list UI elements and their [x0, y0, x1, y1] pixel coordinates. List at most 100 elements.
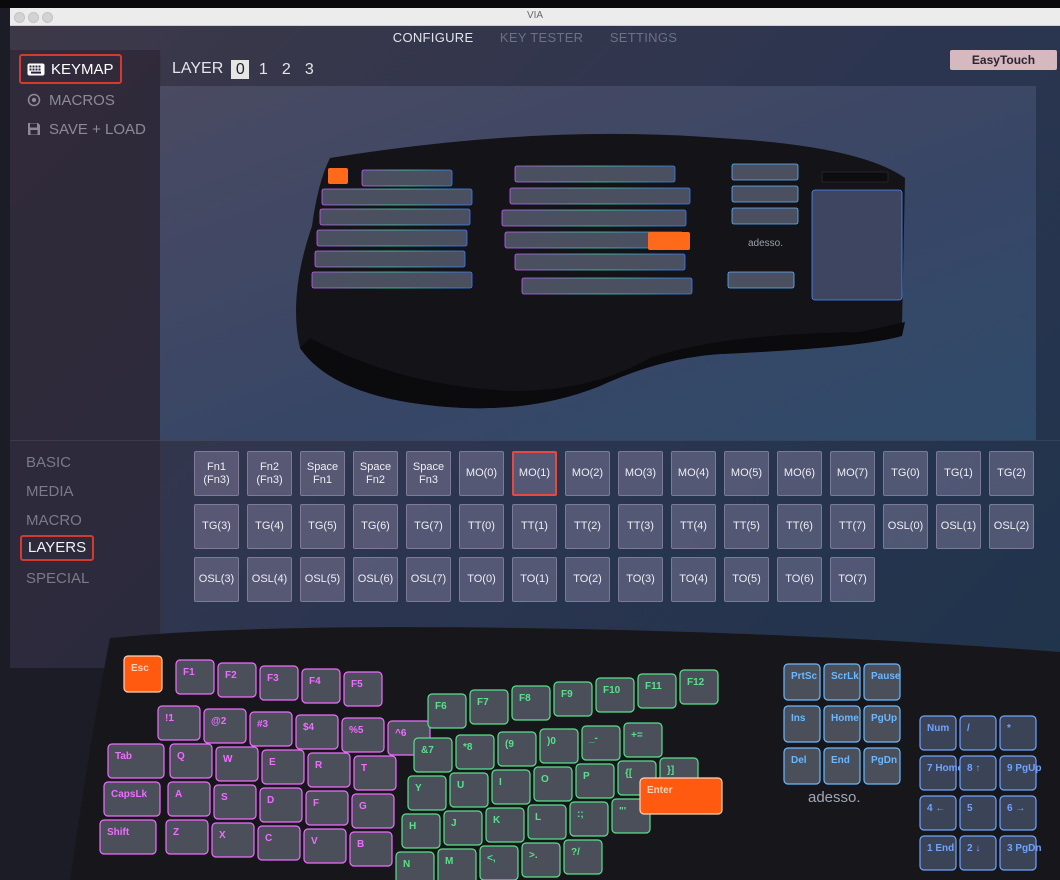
keycode-to-1[interactable]: TO(1): [512, 557, 557, 602]
keycode-tt-3[interactable]: TT(3): [618, 504, 663, 549]
category-macro[interactable]: MACRO: [20, 508, 88, 534]
tab-settings[interactable]: SETTINGS: [610, 26, 677, 50]
keycode-tg-7[interactable]: TG(7): [406, 504, 451, 549]
svg-text:Num: Num: [927, 723, 949, 734]
svg-text:Ins: Ins: [791, 713, 806, 724]
sidebar-item-save-load[interactable]: SAVE + LOAD: [19, 114, 152, 144]
keycode-tt-0[interactable]: TT(0): [459, 504, 504, 549]
keycode-to-7[interactable]: TO(7): [830, 557, 875, 602]
keycode-osl-2[interactable]: OSL(2): [989, 504, 1034, 549]
keycode-mo-6[interactable]: MO(6): [777, 451, 822, 496]
keycode-fn2-fn3[interactable]: Fn2 (Fn3): [247, 451, 292, 496]
photo-key-right-3-1: M: [437, 848, 477, 880]
layer-0-button[interactable]: 0: [231, 59, 250, 79]
svg-text:Z: Z: [173, 827, 179, 838]
keycode-osl-0[interactable]: OSL(0): [883, 504, 928, 549]
keycode-osl-7[interactable]: OSL(7): [406, 557, 451, 602]
svg-text:F12: F12: [687, 677, 705, 688]
category-basic[interactable]: BASIC: [20, 450, 77, 476]
sidebar-item-keymap[interactable]: KEYMAP: [19, 54, 122, 84]
svg-text:?/: ?/: [571, 847, 580, 858]
svg-text:P: P: [583, 771, 590, 782]
svg-text:N: N: [403, 859, 410, 870]
photo-key-mod-2: CapsLk: [103, 781, 161, 817]
photo-key-right-3-3: >.: [521, 842, 561, 878]
keycode-tt-2[interactable]: TT(2): [565, 504, 610, 549]
svg-text:R: R: [315, 760, 323, 771]
keycode-to-3[interactable]: TO(3): [618, 557, 663, 602]
keycode-osl-3[interactable]: OSL(3): [194, 557, 239, 602]
tab-key-tester[interactable]: KEY TESTER: [500, 26, 583, 50]
layer-3-button[interactable]: 3: [300, 60, 318, 79]
svg-text:>.: >.: [529, 850, 538, 861]
keycode-tt-6[interactable]: TT(6): [777, 504, 822, 549]
svg-text:^6: ^6: [395, 728, 407, 739]
keycode-osl-6[interactable]: OSL(6): [353, 557, 398, 602]
sidebar-item-macros[interactable]: MACROS: [19, 85, 121, 115]
keycode-mo-5[interactable]: MO(5): [724, 451, 769, 496]
svg-text:Tab: Tab: [115, 751, 132, 762]
svg-text:End: End: [831, 755, 850, 766]
photo-key-enter: Enter: [639, 777, 723, 815]
category-media[interactable]: MEDIA: [20, 479, 80, 505]
floppy-disk-icon: [25, 121, 43, 137]
keycode-tg-6[interactable]: TG(6): [353, 504, 398, 549]
svg-text:F11: F11: [645, 681, 662, 692]
keycode-mo-7[interactable]: MO(7): [830, 451, 875, 496]
device-name-button[interactable]: EasyTouch: [950, 50, 1057, 70]
photo-key-right-2-0: H: [401, 813, 441, 849]
photo-key-left-0-2: #3: [249, 711, 293, 747]
svg-text:$4: $4: [303, 722, 315, 733]
svg-text:F3: F3: [267, 673, 279, 684]
keycode-mo-2[interactable]: MO(2): [565, 451, 610, 496]
keycode-to-5[interactable]: TO(5): [724, 557, 769, 602]
keycode-tt-4[interactable]: TT(4): [671, 504, 716, 549]
keycode-osl-5[interactable]: OSL(5): [300, 557, 345, 602]
svg-text:Esc: Esc: [131, 663, 149, 674]
keycode-tg-0[interactable]: TG(0): [883, 451, 928, 496]
photo-key-left-1-3: R: [307, 752, 351, 788]
layer-2-button[interactable]: 2: [277, 60, 295, 79]
photo-key-f6: F6: [427, 693, 467, 729]
svg-text:4 ←: 4 ←: [927, 803, 945, 814]
keycode-osl-1[interactable]: OSL(1): [936, 504, 981, 549]
keycode-fn1-fn3[interactable]: Fn1 (Fn3): [194, 451, 239, 496]
keycode-space-fn1[interactable]: Space Fn1: [300, 451, 345, 496]
keycode-tg-5[interactable]: TG(5): [300, 504, 345, 549]
svg-text:Y: Y: [415, 783, 422, 794]
keycode-osl-4[interactable]: OSL(4): [247, 557, 292, 602]
keycode-mo-3[interactable]: MO(3): [618, 451, 663, 496]
keycode-tt-1[interactable]: TT(1): [512, 504, 557, 549]
layer-1-button[interactable]: 1: [254, 60, 272, 79]
keycode-to-4[interactable]: TO(4): [671, 557, 716, 602]
svg-text:ScrLk: ScrLk: [831, 671, 859, 682]
keycode-space-fn3[interactable]: Space Fn3: [406, 451, 451, 496]
svg-text:F2: F2: [225, 670, 237, 681]
keycode-mo-4[interactable]: MO(4): [671, 451, 716, 496]
keycode-tg-4[interactable]: TG(4): [247, 504, 292, 549]
photo-key-right-2-4: :;: [569, 801, 609, 837]
keycode-tt-5[interactable]: TT(5): [724, 504, 769, 549]
keycode-to-6[interactable]: TO(6): [777, 557, 822, 602]
keycode-tg-3[interactable]: TG(3): [194, 504, 239, 549]
keycode-tg-1[interactable]: TG(1): [936, 451, 981, 496]
category-special[interactable]: SPECIAL: [20, 566, 95, 592]
keycode-mo-0[interactable]: MO(0): [459, 451, 504, 496]
svg-text:F8: F8: [519, 693, 531, 704]
photo-key-left-1-4: T: [353, 755, 397, 791]
category-layers[interactable]: LAYERS: [20, 535, 95, 561]
keyboard-icon: [27, 61, 45, 77]
keycode-to-0[interactable]: TO(0): [459, 557, 504, 602]
keycode-tt-7[interactable]: TT(7): [830, 504, 875, 549]
svg-text:Del: Del: [791, 755, 807, 766]
photo-key-left-2-4: G: [351, 793, 395, 829]
photo-key-right-2-2: K: [485, 807, 525, 843]
keycode-tg-2[interactable]: TG(2): [989, 451, 1034, 496]
tab-configure[interactable]: CONFIGURE: [393, 26, 474, 50]
keycode-mo-1[interactable]: MO(1): [512, 451, 557, 496]
svg-text:H: H: [409, 821, 416, 832]
photo-key-f2: F2: [217, 662, 257, 698]
keycode-space-fn2[interactable]: Space Fn2: [353, 451, 398, 496]
photo-key-left-3-0: Z: [165, 819, 209, 855]
keycode-to-2[interactable]: TO(2): [565, 557, 610, 602]
